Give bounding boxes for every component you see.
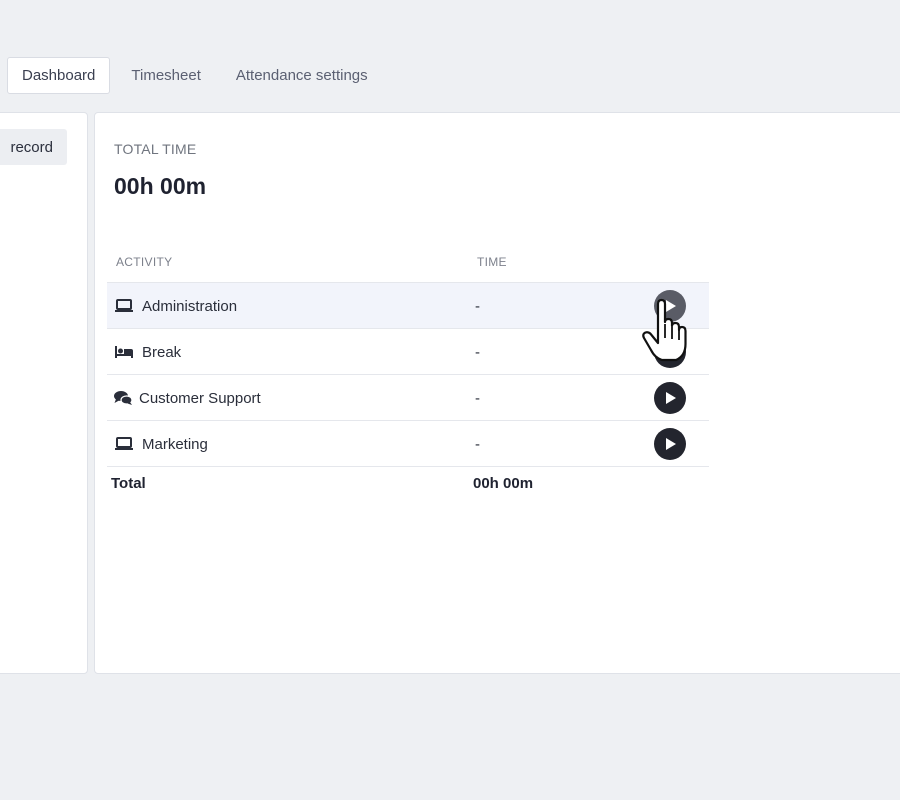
- table-row[interactable]: Break -: [107, 329, 709, 375]
- play-button[interactable]: [654, 290, 686, 322]
- left-panel: record: [0, 112, 88, 674]
- total-label: Total: [111, 475, 146, 492]
- play-icon: [666, 346, 676, 358]
- activity-time: -: [475, 297, 480, 315]
- activity-name: Marketing: [142, 435, 208, 453]
- tab-attendance-settings[interactable]: Attendance settings: [222, 57, 382, 94]
- record-button[interactable]: record: [0, 129, 67, 165]
- play-icon: [666, 300, 676, 312]
- table-row[interactable]: Customer Support -: [107, 375, 709, 421]
- total-value: 00h 00m: [473, 475, 534, 492]
- column-header-activity: ACTIVITY: [116, 255, 173, 269]
- table-header: ACTIVITY TIME: [107, 247, 709, 283]
- bed-icon: [113, 344, 135, 360]
- main-panel: TOTAL TIME 00h 00m ACTIVITY TIME Adminis…: [94, 112, 900, 674]
- activity-time: -: [475, 343, 480, 361]
- play-button[interactable]: [654, 336, 686, 368]
- activity-name: Customer Support: [139, 389, 261, 407]
- tab-dashboard[interactable]: Dashboard: [7, 57, 111, 94]
- activity-time: -: [475, 389, 480, 407]
- play-button[interactable]: [654, 428, 686, 460]
- play-icon: [666, 392, 676, 404]
- tab-bar: Dashboard Timesheet Attendance settings: [7, 57, 389, 94]
- tab-timesheet[interactable]: Timesheet: [117, 57, 214, 94]
- play-icon: [666, 438, 676, 450]
- chat-icon: [113, 390, 133, 406]
- play-button[interactable]: [654, 382, 686, 414]
- activity-name: Break: [142, 343, 182, 361]
- activity-name: Administration: [142, 297, 238, 315]
- laptop-icon: [113, 298, 135, 314]
- laptop-icon: [113, 436, 135, 452]
- activity-time: -: [475, 435, 480, 453]
- table-total-row: Total 00h 00m: [107, 467, 709, 499]
- table-row[interactable]: Administration -: [107, 283, 709, 329]
- total-time-label: TOTAL TIME: [114, 141, 197, 157]
- total-time-value: 00h 00m: [114, 173, 207, 199]
- table-row[interactable]: Marketing -: [107, 421, 709, 467]
- column-header-time: TIME: [477, 255, 507, 269]
- activity-table: ACTIVITY TIME Administration - Break - C…: [107, 247, 709, 499]
